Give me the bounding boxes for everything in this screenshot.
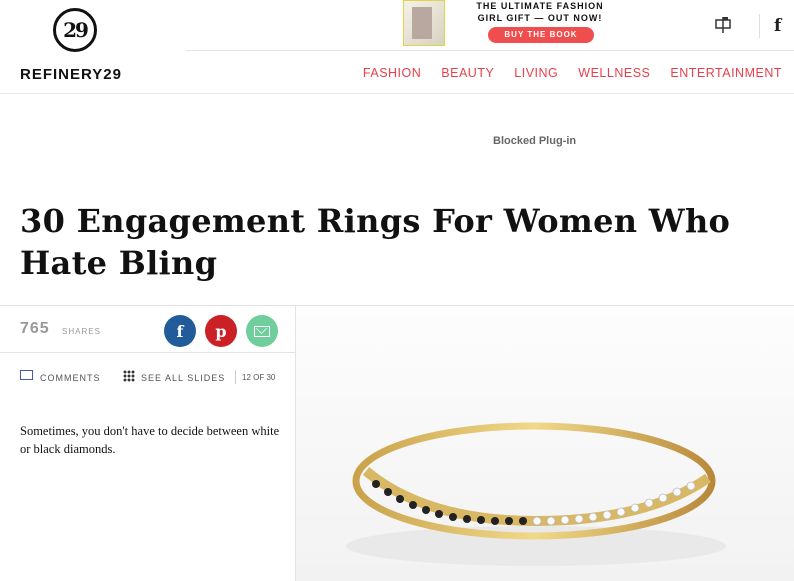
- shares-label: SHARES: [62, 327, 101, 336]
- article-title: 30 Engagement Rings For Women Who Hate B…: [20, 202, 731, 282]
- nav-item-entertainment[interactable]: ENTERTAINMENT: [670, 66, 782, 80]
- header-divider: [186, 50, 794, 51]
- nav-item-beauty[interactable]: BEAUTY: [441, 66, 494, 80]
- ring-product-image[interactable]: [296, 306, 794, 581]
- promo-line-1: THE ULTIMATE FASHION: [476, 1, 604, 11]
- main-nav: FASHION BEAUTY LIVING WELLNESS ENTERTAIN…: [363, 66, 782, 80]
- see-all-slides-link[interactable]: SEE ALL SLIDES: [141, 373, 225, 383]
- logo-wordmark: REFINERY29: [20, 66, 122, 83]
- facebook-share-button[interactable]: f: [164, 315, 196, 347]
- pinterest-icon: p: [215, 321, 227, 341]
- book-cover-image[interactable]: [403, 0, 445, 46]
- logo-mark: 29: [53, 8, 97, 52]
- envelope-icon: [254, 325, 270, 337]
- mailbox-icon[interactable]: [714, 16, 732, 39]
- grid-icon[interactable]: [123, 370, 135, 382]
- promo-text: THE ULTIMATE FASHION GIRL GIFT — OUT NOW…: [470, 0, 610, 24]
- shares-count: 765: [20, 320, 50, 337]
- comment-icon[interactable]: [20, 370, 33, 380]
- email-share-button[interactable]: [246, 315, 278, 347]
- nav-item-living[interactable]: LIVING: [514, 66, 558, 80]
- slide-counter: 12 OF 30: [242, 373, 276, 382]
- facebook-icon[interactable]: f: [774, 16, 781, 36]
- blocked-plugin-notice[interactable]: Blocked Plug-in: [493, 135, 576, 147]
- facebook-icon: f: [176, 321, 184, 341]
- buy-the-book-button[interactable]: BUY THE BOOK: [488, 27, 594, 43]
- header-bottom-border: [0, 93, 794, 94]
- comments-link[interactable]: COMMENTS: [40, 373, 101, 383]
- header-icon-divider: [759, 14, 760, 38]
- nav-item-wellness[interactable]: WELLNESS: [578, 66, 650, 80]
- nav-item-fashion[interactable]: FASHION: [363, 66, 421, 80]
- slide-caption: Sometimes, you don't have to decide betw…: [20, 424, 280, 456]
- sidebar-divider: [0, 352, 295, 353]
- pinterest-share-button[interactable]: p: [205, 315, 237, 347]
- refinery29-logo[interactable]: 29 REFINERY29: [20, 8, 130, 90]
- slide-counter-divider: [235, 370, 236, 384]
- promo-line-2: GIRL GIFT — OUT NOW!: [477, 13, 603, 23]
